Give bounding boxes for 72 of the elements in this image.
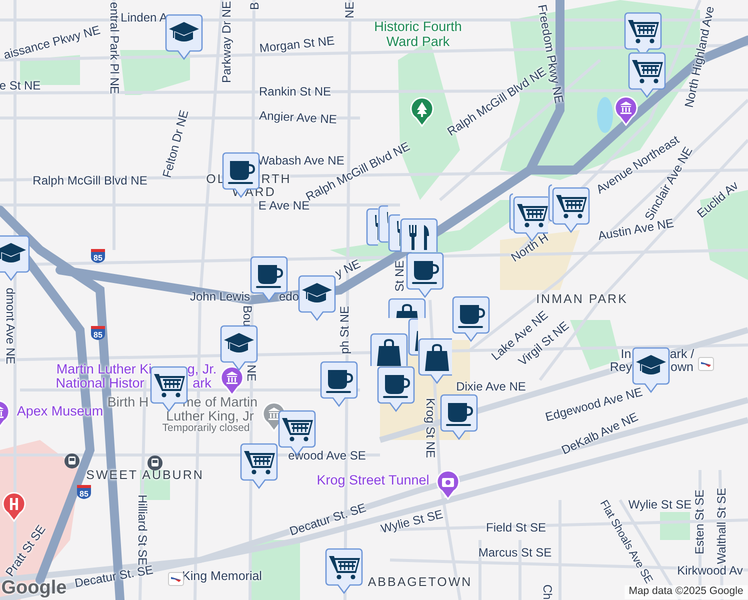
street-label: B (248, 2, 262, 10)
street-label: Dixie Ave NE (456, 380, 526, 394)
street-label: Wylie St SE (380, 508, 444, 536)
street-label: NE (244, 364, 258, 382)
bus-icon[interactable] (64, 453, 80, 469)
coffee-cup-map-pin[interactable] (452, 296, 490, 342)
place-label: ark / (670, 348, 694, 362)
school-map-pin[interactable] (0, 235, 30, 281)
fork-knife-map-pin[interactable] (400, 218, 438, 252)
tree-pin-icon[interactable] (410, 97, 434, 127)
pond (597, 97, 613, 133)
map-attribution: Map data ©2025 Google (624, 585, 748, 599)
highway-shield: 85 (76, 484, 92, 500)
neighborhood-label: OL (206, 173, 226, 187)
place-label[interactable]: Historic Fourth Ward Park (368, 20, 468, 50)
street-label: Decatur St. SE (288, 501, 368, 539)
street-label: Rankin St NE (258, 85, 332, 99)
highway-shield: 85 (90, 325, 106, 341)
street-label: Ch (540, 584, 554, 600)
highway-shield: 85 (90, 248, 106, 264)
street-label: NE (343, 2, 357, 18)
neighborhood-label: INMAN PARK (536, 293, 628, 307)
hospital-pin-icon[interactable] (2, 492, 26, 522)
street-label: E Ave NE (258, 199, 310, 213)
neighborhood-label: ABBAGETOWN (368, 576, 472, 590)
street-label: entral Park Pl NE (107, 2, 121, 94)
street-label: John Lewis (190, 290, 250, 304)
coffee-cup-map-pin[interactable] (320, 361, 358, 407)
place-label[interactable]: Krog Street Tunnel (316, 474, 430, 488)
place-label: Luther King, Jr (166, 410, 254, 424)
bus-icon[interactable] (147, 455, 163, 471)
street-label: Decatur St. SE (74, 564, 154, 590)
street-label: Kirkwood Av (677, 564, 743, 578)
street-label: Esten St SE (693, 490, 707, 554)
street-label: ewood Ave SE (288, 449, 366, 463)
street-label: Wylie St SE (628, 498, 692, 512)
place-label: own (670, 361, 694, 375)
shopping-bag-map-pin[interactable] (388, 298, 426, 318)
train-station-icon[interactable] (168, 572, 184, 586)
place-label: Rey (610, 361, 632, 375)
park-area (120, 50, 190, 95)
coffee-cup-map-pin[interactable] (406, 252, 444, 298)
place-label[interactable]: g, Jr. (187, 362, 217, 378)
school-map-pin[interactable] (298, 275, 336, 321)
train-station-icon[interactable] (698, 357, 714, 371)
street-label: y NE (333, 258, 363, 280)
street-label: Hilliard St SE (135, 494, 149, 566)
street-label: Field St SE (486, 521, 546, 535)
street-label: St NE (393, 260, 407, 292)
street-label: edo (278, 290, 300, 304)
street-label: e St NE (0, 79, 41, 93)
street-label: Wabash Ave NE (258, 154, 344, 168)
street-label: Angier Ave NE (258, 109, 338, 127)
place-label[interactable]: ark (192, 376, 212, 392)
street-label: dmont Ave NE (3, 288, 17, 364)
place-label: In (620, 348, 632, 362)
street-label: Walthall St SE (715, 488, 729, 564)
place-label: Temporarily closed (162, 423, 250, 435)
neighborhood-label: SWEET AUBURN (86, 469, 204, 483)
street-label: ph St NE (338, 306, 352, 354)
street-label: Parkway Dr NE (220, 1, 234, 83)
street-label: Krog St NE (423, 398, 437, 458)
street-label: North Highland Ave (682, 5, 718, 109)
camera-pin-icon[interactable] (436, 470, 460, 500)
shopping-bag-map-pin[interactable] (418, 338, 452, 384)
street-label: Marcus St SE (478, 546, 552, 560)
street-label: Felton Dr NE (160, 108, 192, 180)
street-label: aissance Pkwy NE (2, 24, 102, 62)
street-label: North H (509, 231, 551, 265)
google-logo: Google (1, 578, 67, 600)
street-label: Ralph McGill Blvd NE (32, 174, 148, 188)
street-label: Morgan St NE (258, 34, 336, 56)
